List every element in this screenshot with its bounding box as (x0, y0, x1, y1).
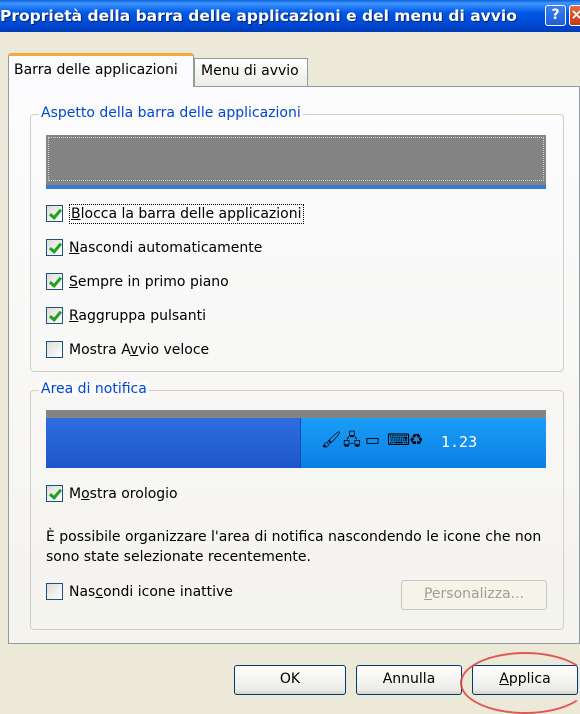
label-pre: M (69, 486, 82, 502)
system-tray: 🖌 🖧 ▭ ⌨ ♻ 1.23 (300, 418, 546, 468)
checkbox-box[interactable] (46, 307, 63, 324)
label-post: ascondi automaticamente (79, 240, 263, 256)
checkbox-box[interactable] (46, 273, 63, 290)
label-post: empre in primo piano (77, 274, 229, 290)
label-post: vio veloce (138, 342, 210, 358)
label-pre: Nas (69, 584, 96, 600)
highlight-circle (460, 652, 580, 714)
label-key: c (95, 584, 104, 600)
help-icon[interactable]: ? (545, 5, 566, 26)
notification-preview: 🖌 🖧 ▭ ⌨ ♻ 1.23 (46, 410, 546, 468)
cancel-button[interactable]: Annulla (356, 665, 462, 695)
clock-text: 1.23 (441, 433, 478, 451)
checkbox-box[interactable] (46, 341, 63, 358)
tab-menu-avvio[interactable]: Menu di avvio (194, 58, 308, 86)
customize-button[interactable]: Personalizza... (401, 580, 547, 610)
label-post: aggruppa pulsanti (78, 308, 206, 324)
taskbar-strip (46, 418, 300, 468)
title-bar[interactable]: Proprietà della barra delle applicazioni… (0, 0, 580, 32)
label-key: o (81, 486, 90, 502)
checkbox-box[interactable] (46, 485, 63, 502)
close-icon[interactable]: × (569, 5, 580, 26)
window-title: Proprietà della barra delle applicazioni… (0, 7, 517, 25)
label-post: ersonalizza... (431, 586, 525, 602)
network-icon: 🖧 (343, 430, 361, 449)
checkbox-box[interactable] (46, 205, 63, 222)
label-post: locca la barra delle applicazioni (80, 206, 302, 222)
notification-info-text: È possibile organizzare l'area di notifi… (46, 529, 542, 565)
tab-label: Menu di avvio (201, 63, 299, 79)
notification-group-legend: Area di notifica (39, 381, 149, 397)
tab-label: Barra delle applicazioni (14, 62, 178, 78)
label-key: R (69, 308, 79, 324)
cancel-label: Annulla (382, 671, 436, 687)
ok-label: OK (279, 671, 301, 687)
label-post: ondi icone inattive (103, 584, 233, 600)
appearance-group-legend: Aspetto della barra delle applicazioni (39, 105, 303, 121)
checkbox-box[interactable] (46, 583, 63, 600)
label-pre: Mostra A (69, 342, 130, 358)
label-post: stra orologio (89, 486, 178, 502)
software-icon: ♻ (409, 430, 424, 449)
taskbar-preview-focus (48, 137, 544, 181)
checkbox-box[interactable] (46, 239, 63, 256)
paint-icon: 🖌 (321, 430, 342, 449)
label-key: P (423, 586, 432, 602)
label-key: B (71, 206, 81, 222)
taskbar-preview (46, 135, 546, 189)
tab-barra-applicazioni[interactable]: Barra delle applicazioni (8, 53, 194, 87)
monitor-icon: ▭ (365, 430, 381, 449)
ok-button[interactable]: OK (234, 665, 346, 695)
keyboard-icon: ⌨ (387, 430, 411, 449)
label-key: N (69, 240, 80, 256)
label-key: S (69, 274, 78, 290)
